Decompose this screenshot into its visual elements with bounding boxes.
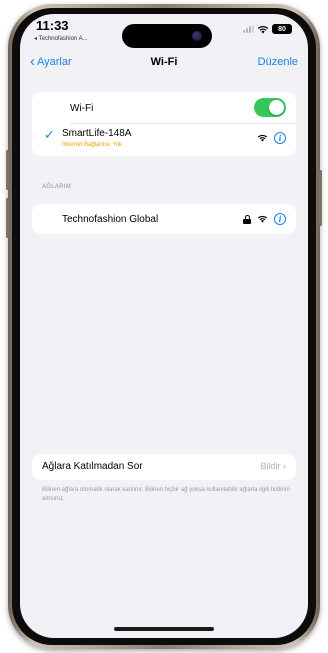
screen: 11:33 ◂ Technofashion A... 80 ‹ Ayarlar …	[20, 14, 308, 638]
connected-network-icons: i	[257, 132, 286, 144]
ask-to-join-note: Bilinen ağlara otomatik olarak katılınır…	[42, 487, 290, 502]
ask-to-join-value-text: Bildir	[260, 461, 281, 471]
power-button	[319, 170, 322, 226]
wifi-card: Wi-Fi ✓ SmartLife-148A İnternet Bağlantı…	[32, 92, 296, 156]
chevron-right-icon: ›	[283, 461, 286, 471]
back-to-app-link[interactable]: ◂ Technofashion A...	[34, 35, 88, 42]
networks-section-header: AĞLARIM	[42, 184, 72, 190]
navigation-bar: ‹ Ayarlar Wi-Fi Düzenle	[20, 54, 308, 78]
network-name: Technofashion Global	[62, 214, 159, 225]
dynamic-island	[122, 24, 212, 48]
wifi-toggle[interactable]	[254, 98, 286, 117]
status-bar: 11:33 ◂ Technofashion A... 80	[20, 14, 308, 54]
status-icons: 80	[243, 24, 292, 34]
status-time: 11:33	[36, 18, 69, 33]
network-icons: i	[243, 213, 286, 225]
lock-icon	[243, 214, 251, 224]
wifi-label: Wi-Fi	[70, 103, 94, 114]
info-icon[interactable]: i	[274, 132, 286, 144]
wifi-icon	[257, 25, 269, 33]
volume-up-button	[6, 150, 9, 190]
battery-icon: 80	[272, 24, 292, 34]
divider	[70, 123, 296, 124]
ask-to-join-value: Bildir ›	[260, 461, 286, 471]
volume-down-button	[6, 198, 9, 238]
wifi-icon	[257, 215, 268, 223]
signal-icon	[243, 25, 254, 33]
camera-icon	[192, 31, 202, 41]
network-row[interactable]: Technofashion Global i	[32, 204, 296, 234]
ask-to-join-row[interactable]: Ağlara Katılmadan Sor Bildir ›	[32, 454, 296, 480]
connected-network-name: SmartLife-148A	[62, 128, 132, 139]
ask-to-join-label: Ağlara Katılmadan Sor	[42, 461, 143, 472]
checkmark-icon: ✓	[44, 127, 55, 142]
connection-status: İnternet Bağlantısı Yok	[62, 142, 123, 148]
toggle-knob	[269, 100, 284, 115]
home-indicator[interactable]	[114, 627, 214, 631]
edit-button[interactable]: Düzenle	[258, 56, 298, 68]
info-icon[interactable]: i	[274, 213, 286, 225]
wifi-icon	[257, 134, 268, 142]
